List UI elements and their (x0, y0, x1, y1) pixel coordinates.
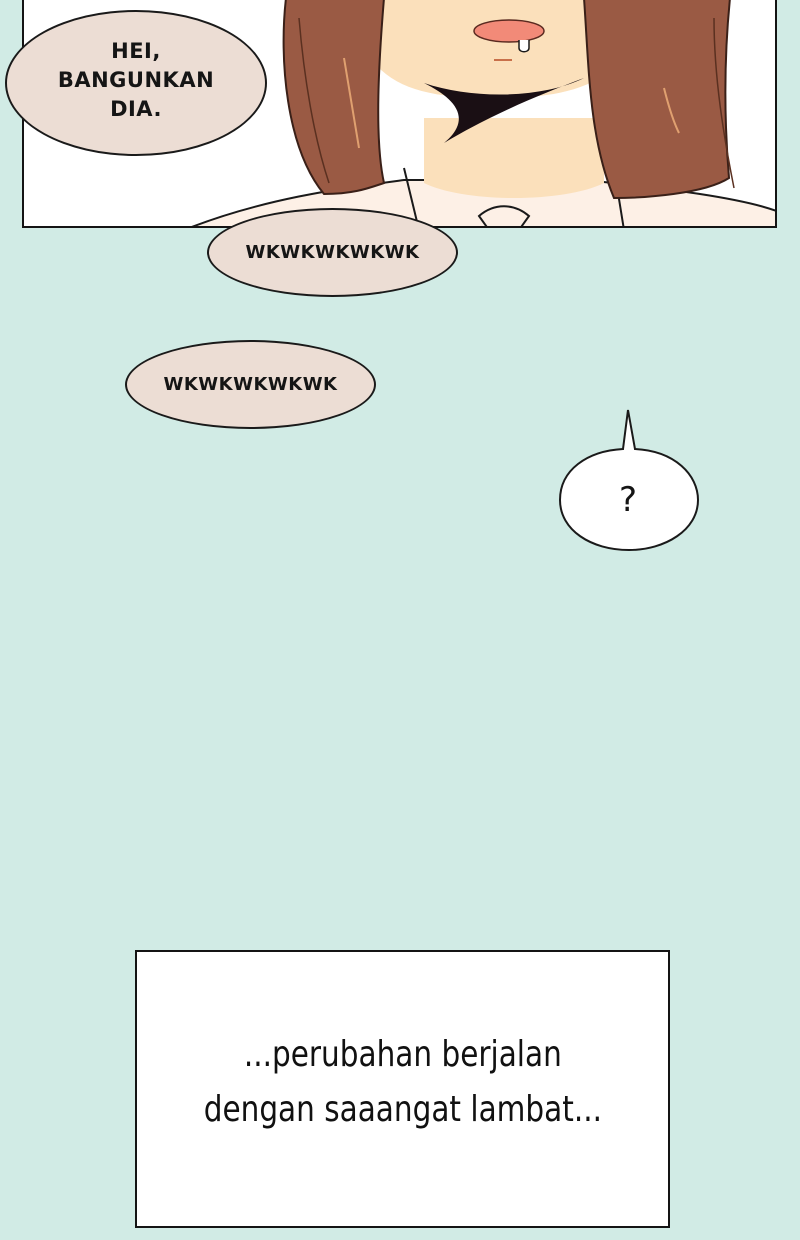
speech-bubble-laugh-1: WKWKWKWKWK (207, 208, 458, 297)
laugh-text-1: WKWKWKWKWK (245, 242, 420, 263)
laugh-text-2: WKWKWKWKWK (163, 374, 338, 395)
question-mark-text: ? (618, 480, 638, 520)
narration-box: ...perubahan berjalan dengan saaangat la… (135, 950, 670, 1228)
speech-bubble-laugh-2: WKWKWKWKWK (125, 340, 376, 429)
speech-bubble-text: HEI, BANGUNKAN DIA. (57, 38, 215, 121)
speech-bubble-wake-him: HEI, BANGUNKAN DIA. (5, 10, 267, 156)
narration-text: ...perubahan berjalan dengan saaangat la… (203, 1034, 602, 1130)
